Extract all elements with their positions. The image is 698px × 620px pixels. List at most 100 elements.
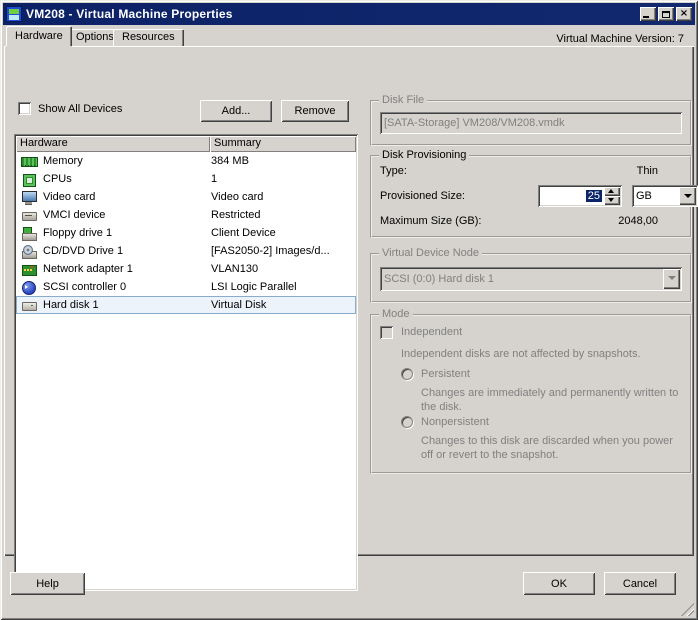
- device-summary: Client Device: [211, 227, 353, 239]
- resize-grip[interactable]: [681, 603, 694, 616]
- virtual-device-node-dropdown: SCSI (0:0) Hard disk 1: [380, 267, 682, 291]
- help-button[interactable]: Help: [10, 572, 85, 595]
- show-all-devices-checkbox[interactable]: Show All Devices: [18, 102, 122, 115]
- scsi-controller-icon: [21, 281, 36, 294]
- device-summary: VLAN130: [211, 263, 353, 275]
- dropdown-arrow-button[interactable]: [679, 187, 696, 205]
- independent-label: Independent: [401, 326, 462, 338]
- vmci-device-icon: [21, 209, 36, 222]
- vm-version-label: Virtual Machine Version: 7: [556, 33, 684, 45]
- provisioned-size-value[interactable]: 25: [586, 190, 602, 202]
- spin-down-button[interactable]: [604, 196, 620, 205]
- independent-description: Independent disks are not affected by sn…: [401, 347, 680, 361]
- device-name: CPUs: [43, 173, 211, 185]
- persistent-label: Persistent: [421, 368, 470, 380]
- device-name: CD/DVD Drive 1: [43, 245, 211, 257]
- checkbox-box-icon[interactable]: [18, 102, 31, 115]
- device-row-memory[interactable]: Memory 384 MB: [16, 152, 356, 170]
- device-name: Video card: [43, 191, 211, 203]
- maximize-icon: [662, 11, 670, 18]
- chevron-down-icon: [608, 198, 614, 202]
- column-header-hardware[interactable]: Hardware: [16, 136, 210, 152]
- device-name: SCSI controller 0: [43, 281, 211, 293]
- minimize-button[interactable]: [640, 7, 656, 21]
- device-row-hard-disk-selected[interactable]: Hard disk 1 Virtual Disk: [16, 296, 356, 314]
- chevron-up-icon: [608, 189, 614, 193]
- disk-file-group-label: Disk File: [379, 94, 427, 106]
- device-summary: LSI Logic Parallel: [211, 281, 353, 293]
- maximum-size-label: Maximum Size (GB):: [380, 215, 481, 227]
- dropdown-arrow-button-disabled: [663, 269, 680, 289]
- minimize-icon: [643, 16, 649, 18]
- network-adapter-icon: [21, 263, 36, 276]
- title-bar[interactable]: VM208 - Virtual Machine Properties ×: [3, 3, 695, 25]
- device-row-floppy-drive[interactable]: Floppy drive 1 Client Device: [16, 224, 356, 242]
- nonpersistent-label: Nonpersistent: [421, 416, 489, 428]
- device-row-vmci-device[interactable]: VMCI device Restricted: [16, 206, 356, 224]
- independent-checkbox: Independent: [380, 326, 462, 339]
- cancel-button[interactable]: Cancel: [604, 572, 676, 595]
- virtual-device-node-group-label: Virtual Device Node: [379, 247, 482, 259]
- close-button[interactable]: ×: [676, 7, 692, 21]
- size-unit-value: GB: [632, 185, 677, 207]
- nonpersistent-radio: Nonpersistent: [401, 416, 489, 428]
- persistent-description: Changes are immediately and permanently …: [421, 386, 682, 414]
- nonpersistent-description: Changes to this disk are discarded when …: [421, 434, 682, 462]
- remove-device-button[interactable]: Remove: [281, 100, 349, 122]
- tab-strip: Hardware Options Resources Virtual Machi…: [4, 26, 694, 46]
- type-value: Thin: [637, 165, 658, 177]
- device-name: VMCI device: [43, 209, 211, 221]
- virtual-device-node-group: Virtual Device Node SCSI (0:0) Hard disk…: [370, 253, 692, 303]
- spin-up-button[interactable]: [604, 187, 620, 196]
- radio-circle-icon: [401, 368, 413, 380]
- checkbox-box-icon: [380, 326, 393, 339]
- hardware-tab-page: Show All Devices Add... Remove Hardware …: [4, 46, 694, 556]
- maximize-button[interactable]: [658, 7, 674, 21]
- show-all-devices-label: Show All Devices: [38, 103, 122, 115]
- device-summary: Video card: [211, 191, 353, 203]
- video-card-icon: [21, 191, 36, 204]
- device-summary: Virtual Disk: [211, 299, 353, 311]
- persistent-radio: Persistent: [401, 368, 470, 380]
- virtual-device-node-value: SCSI (0:0) Hard disk 1: [380, 267, 661, 291]
- cd-dvd-drive-icon: [21, 245, 36, 258]
- device-row-cd-dvd-drive[interactable]: CD/DVD Drive 1 [FAS2050-2] Images/d...: [16, 242, 356, 260]
- size-unit-dropdown[interactable]: GB: [632, 185, 698, 207]
- device-row-video-card[interactable]: Video card Video card: [16, 188, 356, 206]
- device-row-scsi-controller[interactable]: SCSI controller 0 LSI Logic Parallel: [16, 278, 356, 296]
- device-row-cpus[interactable]: CPUs 1: [16, 170, 356, 188]
- add-device-button[interactable]: Add...: [200, 100, 272, 122]
- tab-hardware[interactable]: Hardware: [6, 26, 72, 46]
- memory-icon: [21, 155, 36, 168]
- vmware-app-icon: [6, 6, 22, 22]
- disk-file-group: Disk File [SATA-Storage] VM208/VM208.vmd…: [370, 100, 692, 146]
- device-summary: 384 MB: [211, 155, 353, 167]
- device-name: Memory: [43, 155, 211, 167]
- window-title: VM208 - Virtual Machine Properties: [26, 7, 640, 21]
- ok-button[interactable]: OK: [523, 572, 595, 595]
- device-summary: 1: [211, 173, 353, 185]
- device-row-network-adapter[interactable]: Network adapter 1 VLAN130: [16, 260, 356, 278]
- mode-group-label: Mode: [379, 308, 413, 320]
- device-name: Network adapter 1: [43, 263, 211, 275]
- device-list-header: Hardware Summary: [16, 136, 356, 152]
- cpu-icon: [21, 173, 36, 186]
- device-name: Hard disk 1: [43, 299, 211, 311]
- chevron-down-icon: [684, 194, 692, 198]
- device-name: Floppy drive 1: [43, 227, 211, 239]
- chevron-down-icon: [668, 276, 676, 280]
- mode-group: Mode Independent Independent disks are n…: [370, 314, 692, 474]
- close-icon: ×: [680, 9, 688, 19]
- column-header-summary[interactable]: Summary: [210, 136, 356, 152]
- tab-resources[interactable]: Resources: [113, 29, 184, 46]
- device-summary: Restricted: [211, 209, 353, 221]
- provisioned-size-input[interactable]: 25: [538, 185, 622, 207]
- type-label: Type:: [380, 165, 407, 177]
- hard-disk-icon: [21, 299, 36, 312]
- disk-provisioning-group-label: Disk Provisioning: [379, 149, 469, 161]
- device-rows: Memory 384 MB CPUs 1 Video card Video ca…: [16, 152, 356, 314]
- floppy-drive-icon: [21, 227, 36, 240]
- vm-properties-dialog: VM208 - Virtual Machine Properties × Har…: [0, 0, 698, 620]
- hardware-device-list[interactable]: Hardware Summary Memory 384 MB CPUs 1 Vi…: [14, 134, 358, 591]
- disk-file-path-field: [SATA-Storage] VM208/VM208.vmdk: [380, 112, 682, 134]
